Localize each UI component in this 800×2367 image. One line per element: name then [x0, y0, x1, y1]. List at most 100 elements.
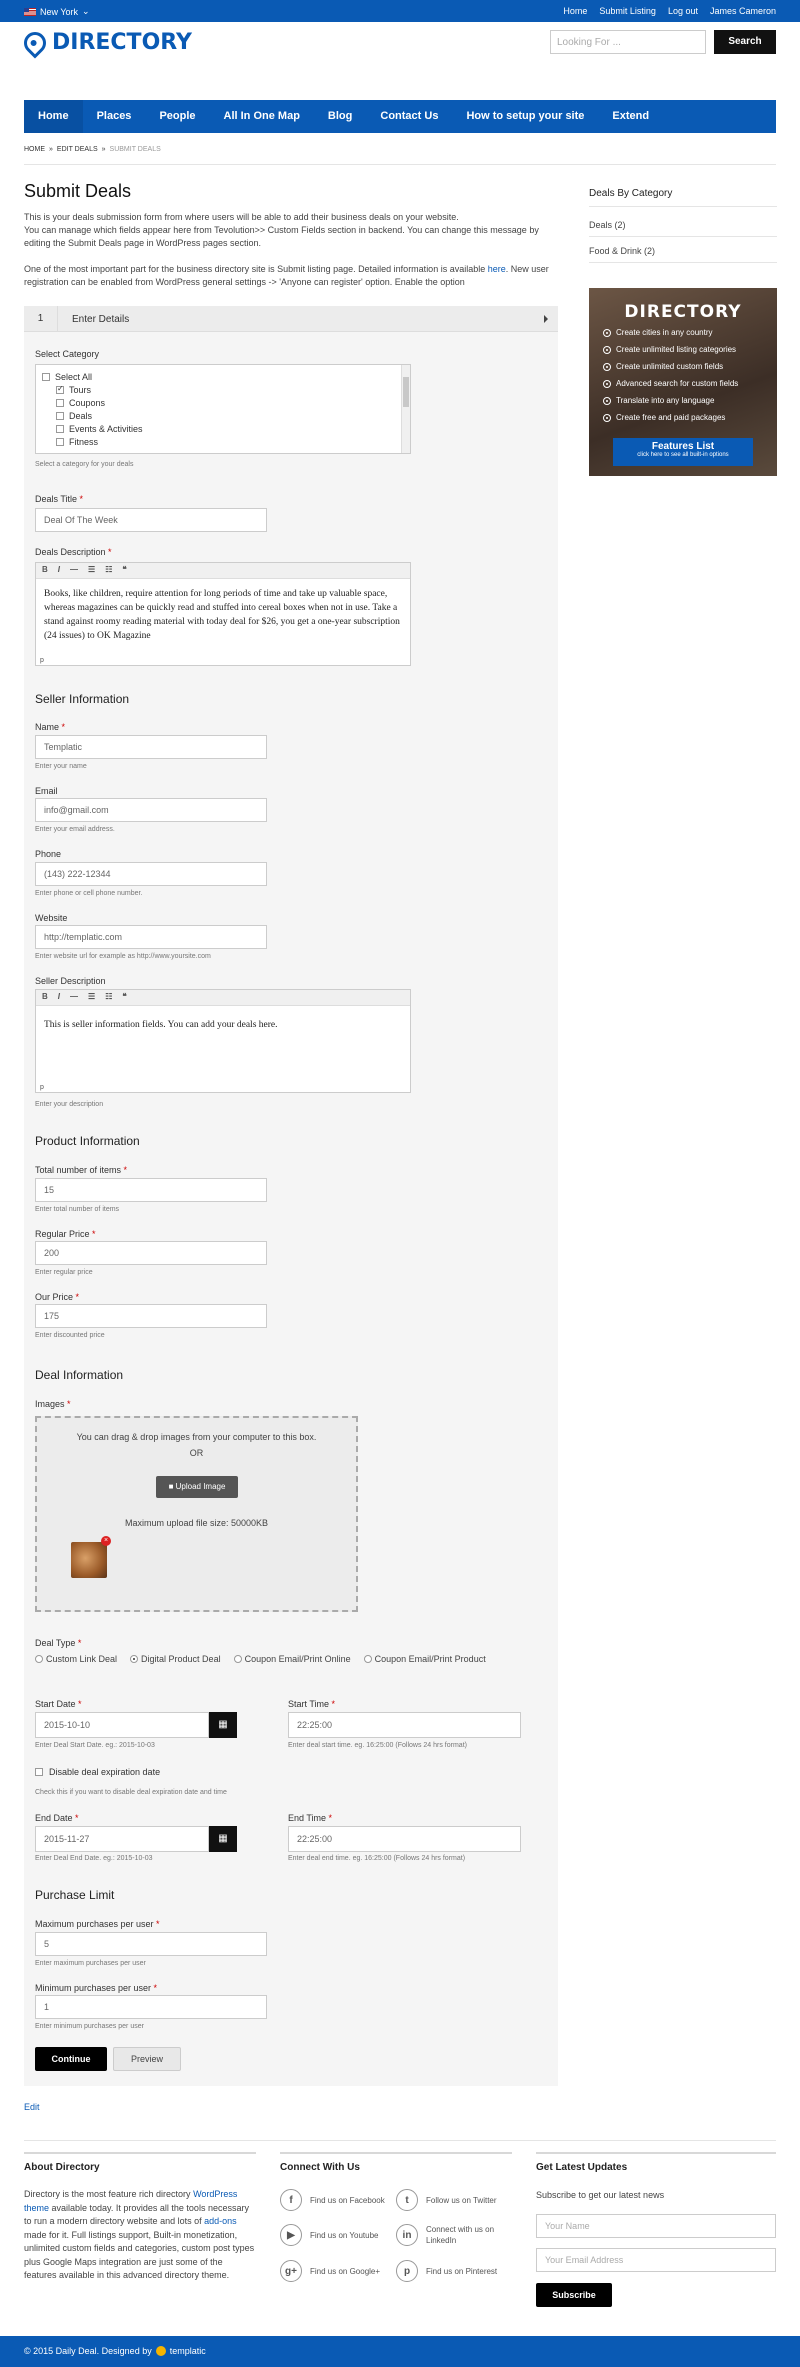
- radio[interactable]: [233, 1655, 242, 1663]
- search-button[interactable]: Search: [714, 30, 776, 54]
- nav-home[interactable]: Home: [24, 100, 83, 133]
- italic-icon[interactable]: I: [58, 992, 60, 1003]
- regular-price-input[interactable]: 200: [35, 1241, 267, 1265]
- social-label: Find us on Youtube: [310, 2230, 379, 2240]
- nav-contact-us[interactable]: Contact Us: [366, 100, 452, 133]
- checkbox[interactable]: [35, 1768, 43, 1776]
- search-input[interactable]: Looking For ...: [550, 30, 706, 54]
- italic-icon[interactable]: I: [58, 565, 60, 576]
- promo-banner[interactable]: DIRECTORY Create cities in any country C…: [589, 288, 777, 476]
- numbered-list-icon[interactable]: ☷: [105, 992, 112, 1003]
- social-youtube[interactable]: ▶ Find us on Youtube: [280, 2224, 390, 2246]
- total-items-input[interactable]: 15: [35, 1178, 267, 1202]
- social-googleplus[interactable]: g+ Find us on Google+: [280, 2260, 390, 2282]
- add-ons-link[interactable]: add-ons: [204, 2216, 237, 2226]
- checkbox-checked[interactable]: [56, 384, 64, 394]
- upload-image-button[interactable]: ■ Upload Image: [156, 1476, 238, 1498]
- blockquote-icon[interactable]: ❝: [122, 565, 126, 576]
- step-header[interactable]: 1 Enter Details: [24, 306, 558, 332]
- features-list-button[interactable]: Features List click here to see all buil…: [613, 438, 753, 466]
- social-linkedin[interactable]: in Connect with us on LinkedIn: [396, 2224, 516, 2246]
- site-logo[interactable]: DIRECTORY: [19, 26, 192, 59]
- radio[interactable]: [363, 1655, 372, 1663]
- editor-body[interactable]: This is seller information fields. You c…: [36, 1006, 410, 1080]
- nav-people[interactable]: People: [145, 100, 209, 133]
- designer-link[interactable]: templatic: [170, 2346, 206, 2356]
- updates-text: Subscribe to get our latest news: [536, 2190, 665, 2200]
- top-link-submit-listing[interactable]: Submit Listing: [599, 6, 656, 16]
- deal-description-editor[interactable]: B I — ☰ ☷ ❝ Books, like children, requir…: [35, 562, 411, 666]
- subscribe-button[interactable]: Subscribe: [536, 2283, 612, 2307]
- category-item[interactable]: Fitness: [56, 437, 98, 447]
- preview-button[interactable]: Preview: [113, 2047, 181, 2071]
- start-time-input[interactable]: 22:25:00: [288, 1712, 521, 1738]
- remove-image-icon[interactable]: ×: [101, 1536, 111, 1546]
- nav-blog[interactable]: Blog: [314, 100, 366, 133]
- sidebar-category-deals[interactable]: Deals (2): [589, 220, 626, 230]
- min-purchases-input[interactable]: 1: [35, 1995, 267, 2019]
- top-link-logout[interactable]: Log out: [668, 6, 698, 16]
- radio-selected[interactable]: [130, 1655, 139, 1663]
- top-link-home[interactable]: Home: [563, 6, 587, 16]
- nav-extend[interactable]: Extend: [598, 100, 663, 133]
- start-date-input[interactable]: 2015-10-10: [35, 1712, 209, 1738]
- nav-all-in-one-map[interactable]: All In One Map: [210, 100, 314, 133]
- calendar-icon[interactable]: ▦: [209, 1712, 237, 1738]
- breadcrumb-home[interactable]: HOME: [24, 146, 45, 153]
- seller-description-editor[interactable]: B I — ☰ ☷ ❝ This is seller information f…: [35, 989, 411, 1093]
- phone-input[interactable]: (143) 222-12344: [35, 862, 267, 886]
- numbered-list-icon[interactable]: ☷: [105, 565, 112, 576]
- category-scrollbar[interactable]: [401, 365, 410, 453]
- category-item[interactable]: Tours: [56, 384, 91, 395]
- email-input[interactable]: info@gmail.com: [35, 798, 267, 822]
- city-selector[interactable]: New York ⌄: [24, 6, 90, 17]
- bold-icon[interactable]: B: [42, 565, 48, 576]
- disable-expiration[interactable]: Disable deal expiration date: [35, 1767, 160, 1777]
- checkbox[interactable]: [56, 412, 64, 420]
- deal-type-option[interactable]: Coupon Email/Print Online: [233, 1654, 351, 1664]
- social-twitter[interactable]: t Follow us on Twitter: [396, 2189, 516, 2211]
- subscribe-email-input[interactable]: Your Email Address: [536, 2248, 776, 2272]
- top-link-user[interactable]: James Cameron: [710, 6, 776, 16]
- category-item[interactable]: Events & Activities: [56, 424, 143, 434]
- strikethrough-icon[interactable]: —: [70, 992, 78, 1003]
- radio[interactable]: [35, 1655, 43, 1663]
- blockquote-icon[interactable]: ❝: [122, 992, 126, 1003]
- category-item[interactable]: Select All: [42, 372, 92, 382]
- deal-type-option[interactable]: Digital Product Deal: [130, 1654, 221, 1664]
- bullet-list-icon[interactable]: ☰: [88, 565, 95, 576]
- editor-body[interactable]: Books, like children, require attention …: [36, 579, 410, 653]
- category-item[interactable]: Deals: [56, 411, 92, 421]
- intro-here-link[interactable]: here: [488, 264, 506, 274]
- name-input[interactable]: Templatic: [35, 735, 267, 759]
- continue-button[interactable]: Continue: [35, 2047, 107, 2071]
- deal-title-input[interactable]: Deal Of The Week: [35, 508, 267, 532]
- checkbox[interactable]: [56, 399, 64, 407]
- bold-icon[interactable]: B: [42, 992, 48, 1003]
- checkbox[interactable]: [42, 373, 50, 381]
- label-text: Total number of items: [35, 1165, 122, 1175]
- nav-places[interactable]: Places: [83, 100, 146, 133]
- bullet-list-icon[interactable]: ☰: [88, 992, 95, 1003]
- subscribe-name-input[interactable]: Your Name: [536, 2214, 776, 2238]
- nav-setup[interactable]: How to setup your site: [452, 100, 598, 133]
- website-input[interactable]: http://templatic.com: [35, 925, 267, 949]
- checkbox[interactable]: [56, 438, 64, 446]
- image-dropzone[interactable]: You can drag & drop images from your com…: [35, 1416, 358, 1612]
- edit-link[interactable]: Edit: [24, 2102, 40, 2112]
- deal-type-option[interactable]: Coupon Email/Print Product: [363, 1654, 486, 1664]
- max-purchases-input[interactable]: 5: [35, 1932, 267, 1956]
- end-date-input[interactable]: 2015-11-27: [35, 1826, 209, 1852]
- scrollbar-thumb[interactable]: [403, 377, 409, 407]
- category-item[interactable]: Coupons: [56, 398, 105, 408]
- social-pinterest[interactable]: p Find us on Pinterest: [396, 2260, 516, 2282]
- our-price-input[interactable]: 175: [35, 1304, 267, 1328]
- sidebar-category-food[interactable]: Food & Drink (2): [589, 246, 655, 256]
- deal-type-option[interactable]: Custom Link Deal: [35, 1654, 117, 1664]
- calendar-icon[interactable]: ▦: [209, 1826, 237, 1852]
- social-facebook[interactable]: f Find us on Facebook: [280, 2189, 390, 2211]
- end-time-input[interactable]: 22:25:00: [288, 1826, 521, 1852]
- strikethrough-icon[interactable]: —: [70, 565, 78, 576]
- checkbox[interactable]: [56, 425, 64, 433]
- breadcrumb-edit-deals[interactable]: EDIT DEALS: [57, 146, 98, 153]
